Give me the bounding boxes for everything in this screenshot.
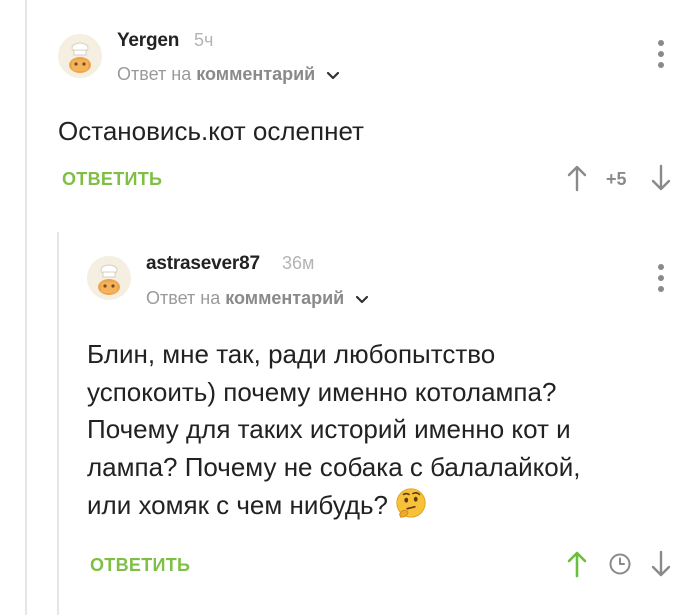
- user-avatar-icon: [58, 34, 102, 78]
- reply-to-target: комментарий: [225, 288, 345, 308]
- rating-count: +5: [606, 169, 627, 189]
- upvote-arrow-icon[interactable]: [566, 164, 588, 192]
- comment-text-line: Блин, мне так, ради любопытство: [87, 339, 496, 369]
- more-options-icon[interactable]: [651, 261, 671, 295]
- comment-author[interactable]: astrasever87: [146, 253, 260, 275]
- downvote-arrow-icon[interactable]: [650, 550, 672, 578]
- user-avatar-icon: [87, 256, 131, 300]
- reply-to-link[interactable]: Ответ на комментарий: [117, 64, 340, 86]
- comment-text: Блин, мне так, ради любопытство успокоит…: [87, 336, 687, 525]
- downvote-arrow-icon[interactable]: [650, 164, 672, 192]
- reply-button[interactable]: ОТВЕТИТЬ: [90, 555, 190, 576]
- comment-text-line: лампа? Почему не собака с балалайкой,: [87, 451, 581, 482]
- comment-text-line: успокоить) почему именно котолампа?: [87, 376, 557, 407]
- thread-line-outer: [25, 0, 27, 615]
- avatar[interactable]: [87, 256, 131, 300]
- comment-text-line: или хомяк с чем нибудь?: [87, 490, 389, 520]
- comment-text-line: Почему для таких историй именно кот и: [87, 414, 571, 444]
- chevron-down-icon: [326, 65, 340, 86]
- comment-text-line-last: или хомяк с чем нибудь?: [87, 486, 687, 525]
- thinking-face-icon: [396, 488, 426, 518]
- upvote-arrow-icon[interactable]: [566, 550, 588, 578]
- reply-to-target: комментарий: [196, 64, 316, 84]
- reply-button[interactable]: ОТВЕТИТЬ: [62, 169, 162, 190]
- comment-time: 5ч: [194, 30, 214, 50]
- more-options-icon[interactable]: [651, 37, 671, 71]
- comment-author[interactable]: Yergen: [117, 30, 179, 52]
- thread-line-reply: [57, 232, 59, 615]
- reply-to-prefix: Ответ на: [146, 288, 221, 308]
- reply-to-link[interactable]: Ответ на комментарий: [146, 288, 369, 310]
- chevron-down-icon: [355, 289, 369, 310]
- reply-to-prefix: Ответ на: [117, 64, 192, 84]
- comment-text: Остановись.кот ослепнет: [58, 116, 364, 146]
- avatar[interactable]: [58, 34, 102, 78]
- clock-icon: [609, 553, 631, 575]
- comment-time: 36м: [282, 253, 315, 273]
